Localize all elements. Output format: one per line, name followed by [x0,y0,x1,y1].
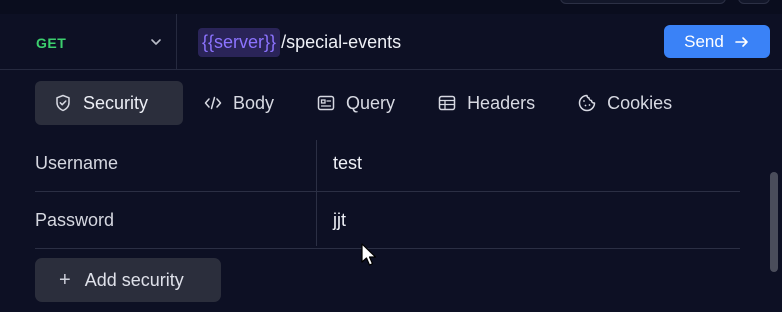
tab-body[interactable]: Body [183,81,296,125]
security-table: Username test Password jjt [35,135,740,249]
tab-label: Cookies [607,92,673,113]
tab-cookies[interactable]: Cookies [557,81,694,125]
password-label: Password [35,210,115,230]
username-field[interactable]: test [333,153,362,174]
tab-security[interactable]: Security [35,81,183,125]
query-icon [317,95,335,111]
url-path: /special-events [281,31,402,52]
top-toolbar-strip [0,0,782,14]
username-label: Username [35,153,119,173]
request-tabs: Security Body Query Headers Cookies [35,81,694,125]
tab-label: Security [83,92,149,113]
request-url-bar: GET {{server}} /special-events Send [0,14,782,70]
method-select[interactable]: GET [0,14,177,69]
table-row: Password jjt [35,192,740,249]
top-toolbar-button[interactable] [560,0,726,4]
column-divider[interactable] [316,140,317,246]
headers-icon [438,95,456,111]
vertical-scrollbar[interactable] [770,172,778,272]
password-field[interactable]: jjt [333,210,346,231]
method-label: GET [36,35,67,51]
table-row: Username test [35,135,740,192]
url-variable[interactable]: {{server}} [198,27,281,57]
plus-icon: + [59,268,71,291]
shield-icon [56,94,70,112]
tab-headers[interactable]: Headers [417,81,557,125]
top-toolbar-small-button[interactable] [738,0,770,4]
cookie-icon [578,94,596,112]
code-icon [204,96,222,110]
arrow-right-icon [735,36,748,47]
add-security-button[interactable]: + Add security [35,258,221,302]
chevron-down-icon [151,39,161,45]
send-label: Send [684,31,724,51]
mouse-pointer-icon [361,243,377,266]
tab-label: Body [233,92,275,113]
add-security-label: Add security [84,269,184,290]
tab-label: Headers [467,92,536,113]
tab-query[interactable]: Query [296,81,417,125]
url-input[interactable]: {{server}} /special-events [198,27,401,57]
tab-label: Query [346,92,396,113]
send-button[interactable]: Send [664,25,770,58]
